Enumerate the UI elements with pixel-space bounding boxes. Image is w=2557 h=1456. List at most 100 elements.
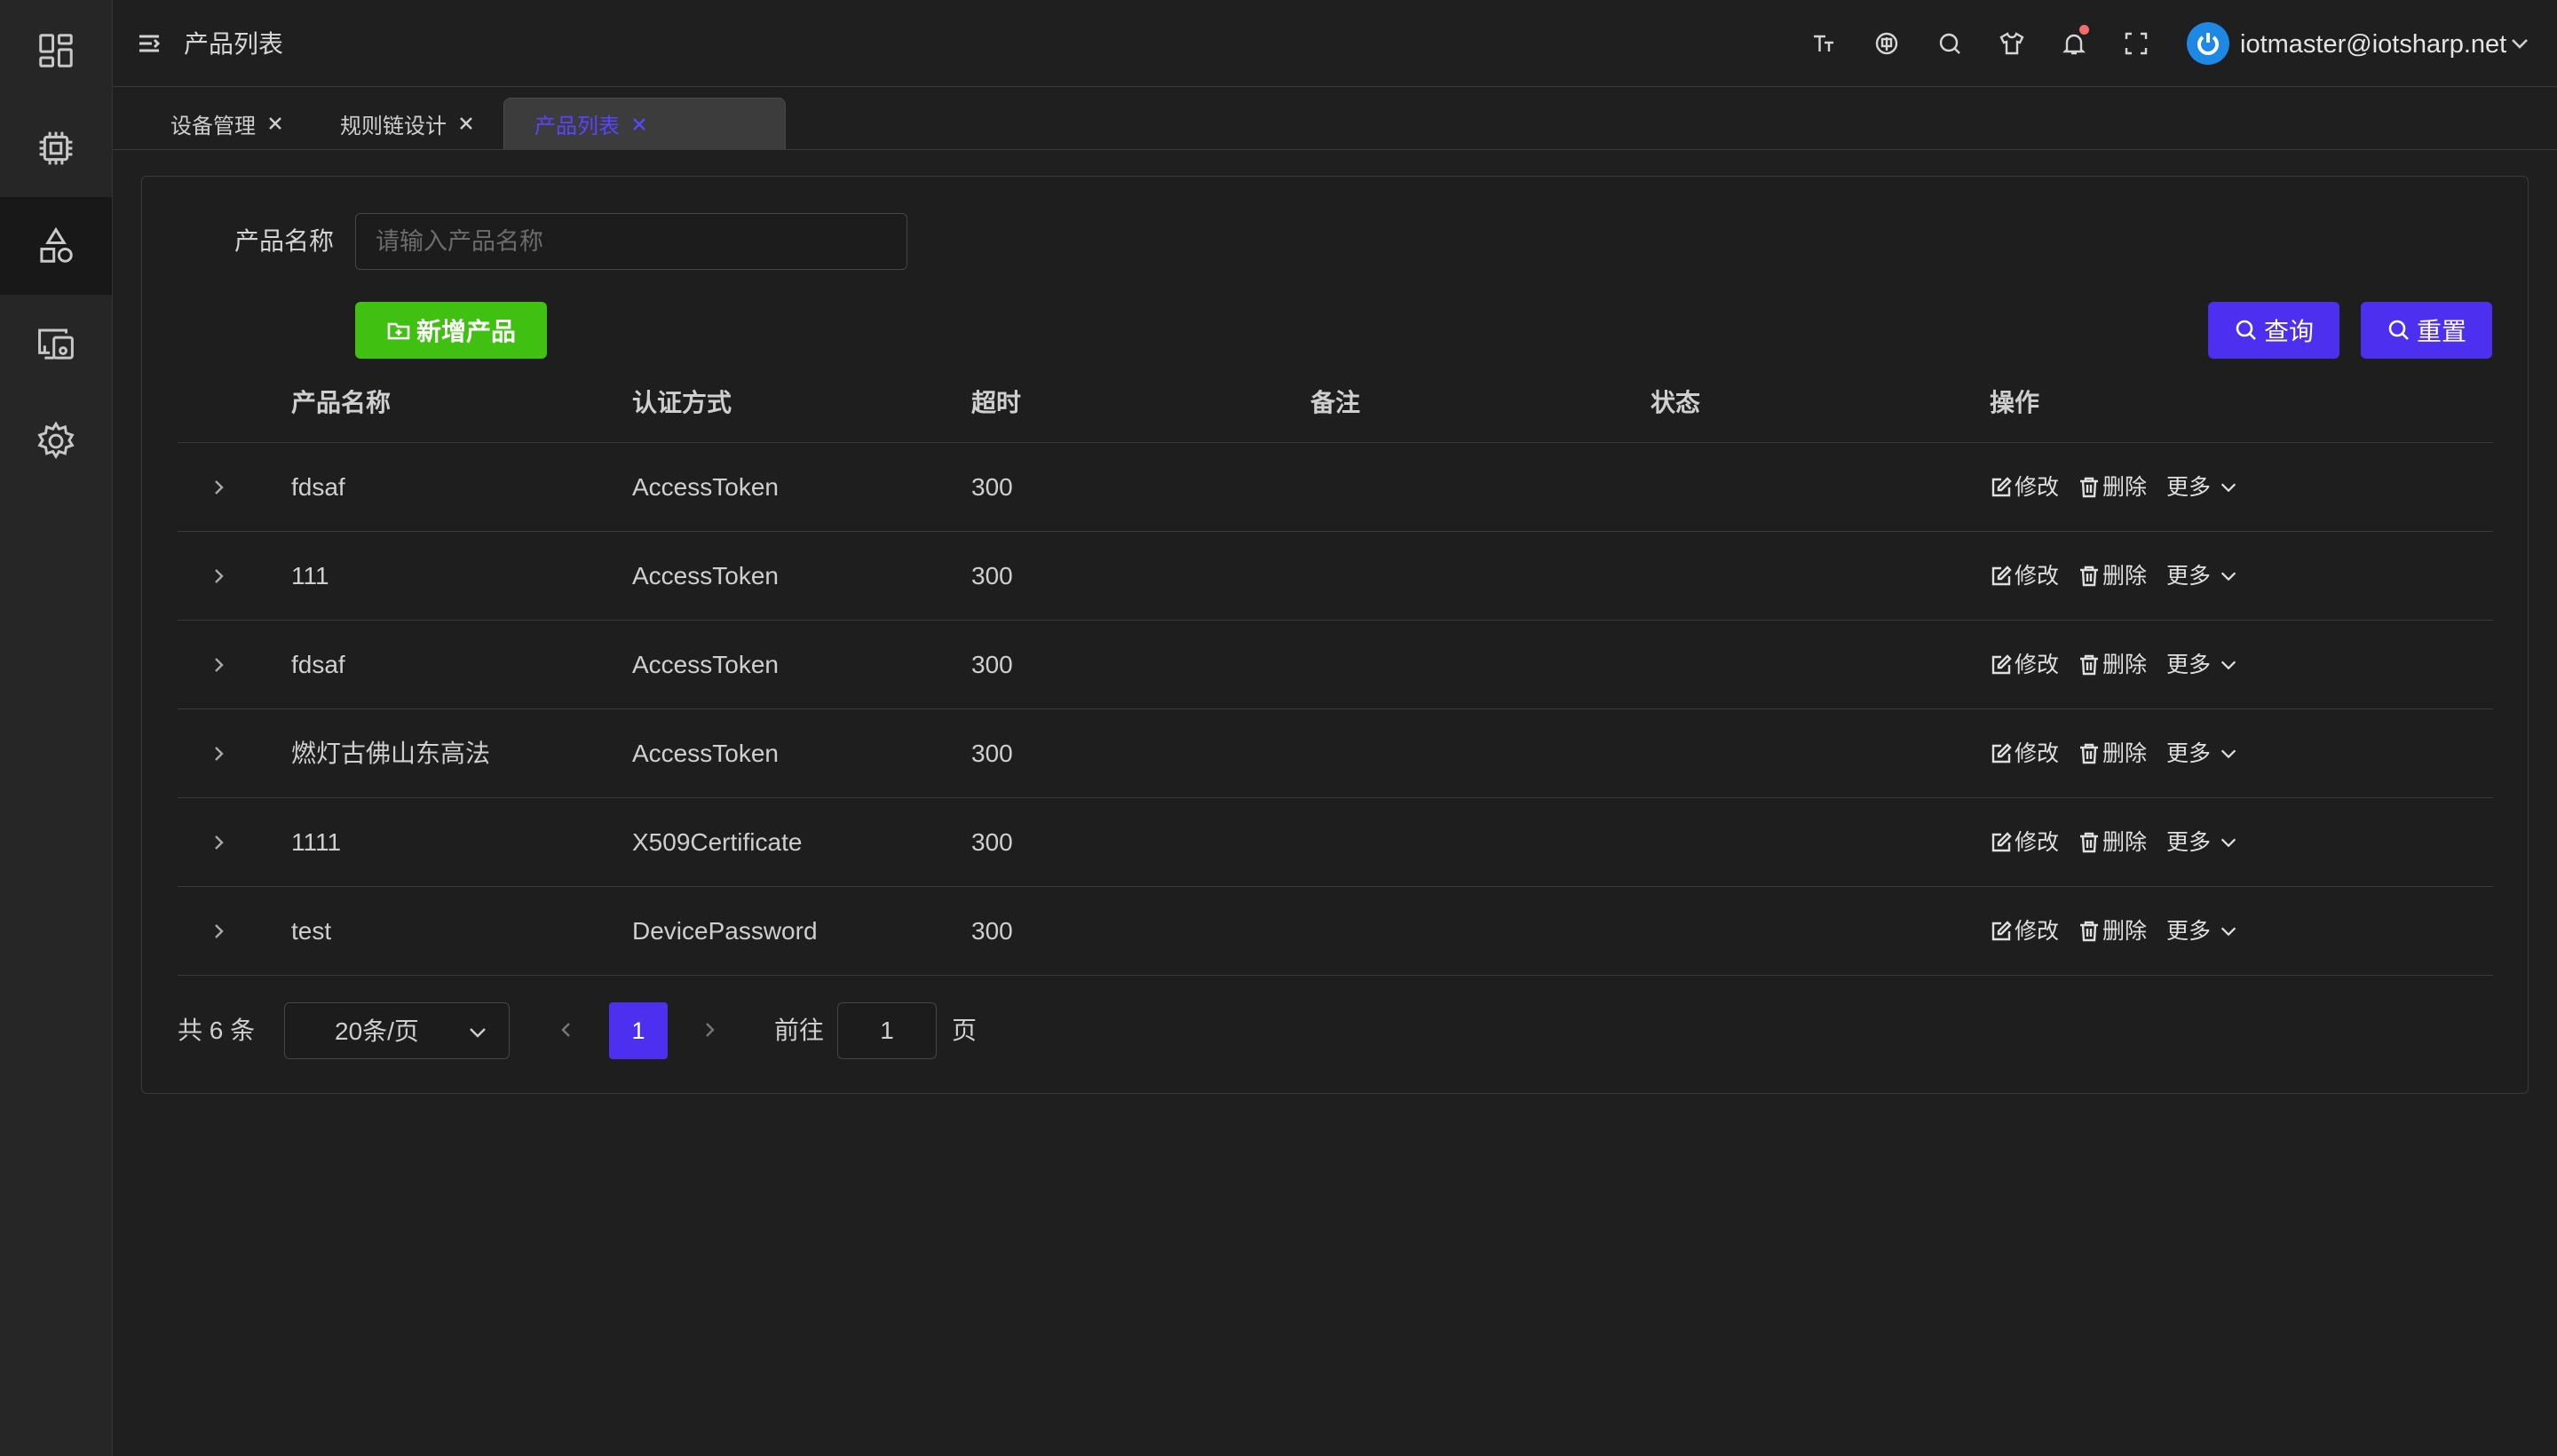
edit-icon [1991,921,2012,941]
tab-bar: 设备管理 规则链设计 产品列表 [113,87,2557,150]
dashboard-icon [39,34,73,67]
column-header-auth: 认证方式 [632,389,732,416]
chevron-down-icon [2221,483,2236,493]
column-header-remark: 备注 [1310,389,1361,416]
bell-icon[interactable] [2057,25,2091,60]
chevron-left-icon [561,1023,570,1037]
goto-label: 前往 [774,1017,825,1044]
cell-auth-type: AccessToken [632,740,779,767]
more-dropdown[interactable]: 更多 [2166,558,2239,594]
tab-device-management[interactable]: 设备管理 [170,98,284,149]
cell-product-name: 燃灯古佛山东高法 [291,740,491,767]
more-dropdown[interactable]: 更多 [2166,470,2239,505]
menu-toggle-icon[interactable] [136,30,162,57]
edit-icon [1991,743,2012,764]
product-table: 产品名称 认证方式 超时 备注 状态 操作 fdsaf AccessToken 30… [178,364,2493,976]
edit-button[interactable]: 修改 [1990,647,2059,683]
shapes-icon [40,226,73,263]
notification-dot [2079,25,2089,35]
trash-icon [2080,743,2098,764]
next-page-button[interactable] [697,1017,722,1042]
delete-button[interactable]: 删除 [2078,736,2147,772]
table-header: 产品名称 认证方式 超时 备注 状态 操作 [178,364,2493,443]
delete-button[interactable]: 删除 [2078,558,2147,594]
power-icon [2197,33,2219,55]
reset-button[interactable]: 重置 [2361,302,2492,359]
edit-icon [1991,477,2012,497]
sidebar-item-product[interactable] [0,197,112,295]
expand-row-icon[interactable] [206,475,231,500]
table-row: 111 AccessToken 300 修改 删除 更多 [178,532,2493,621]
edit-button[interactable]: 修改 [1990,736,2059,772]
close-icon[interactable] [630,115,648,133]
add-product-button[interactable]: 新增产品 [355,302,547,359]
product-name-input[interactable] [355,213,907,270]
column-header-actions: 操作 [1990,389,2040,416]
search-icon[interactable] [1933,27,1967,60]
close-icon[interactable] [457,115,475,132]
sidebar-item-dashboard[interactable] [0,2,112,99]
cell-timeout: 300 [971,651,1013,678]
chevron-down-icon[interactable] [2508,32,2531,55]
user-name[interactable]: iotmaster@iotsharp.net [2240,27,2506,62]
language-icon[interactable] [1870,27,1904,60]
chevron-right-icon [706,1023,715,1037]
sidebar-item-settings[interactable] [0,392,112,490]
expand-row-icon[interactable] [206,919,231,944]
cell-product-name: test [291,917,332,945]
delete-button[interactable]: 删除 [2078,470,2147,505]
theme-shirt-icon[interactable] [1995,27,2029,60]
close-icon[interactable] [266,115,284,132]
chip-icon [39,131,73,165]
goto-page-input[interactable] [837,1002,937,1059]
edit-button[interactable]: 修改 [1990,825,2059,860]
prev-page-button[interactable] [554,1017,579,1042]
tab-label: 产品列表 [534,115,620,138]
more-dropdown[interactable]: 更多 [2166,825,2239,860]
trash-icon [2080,921,2098,942]
page-size-select[interactable]: 20条/页 [284,1002,510,1059]
more-dropdown[interactable]: 更多 [2166,736,2239,772]
search-icon [2388,320,2409,340]
edit-button[interactable]: 修改 [1990,470,2059,505]
font-size-icon[interactable] [1807,27,1841,60]
more-dropdown[interactable]: 更多 [2166,647,2239,683]
expand-row-icon[interactable] [206,564,231,589]
sidebar-item-devices[interactable] [0,295,112,392]
column-header-name: 产品名称 [291,389,392,416]
tab-product-list[interactable]: 产品列表 [503,98,786,149]
tab-rule-chain-design[interactable]: 规则链设计 [340,98,475,149]
edit-button[interactable]: 修改 [1990,558,2059,594]
expand-row-icon[interactable] [206,741,231,766]
delete-button[interactable]: 删除 [2078,914,2147,949]
edit-button[interactable]: 修改 [1990,914,2059,949]
page-number-current[interactable]: 1 [609,1002,668,1059]
cell-timeout: 300 [971,562,1013,590]
expand-row-icon[interactable] [206,830,231,855]
cell-timeout: 300 [971,473,1013,501]
sidebar-item-device[interactable] [0,99,112,197]
table-row: fdsaf AccessToken 300 修改 删除 更多 [178,443,2493,532]
chevron-down-icon [2221,572,2236,582]
search-icon [2236,320,2256,340]
expand-row-icon[interactable] [206,653,231,677]
cell-timeout: 300 [971,828,1013,856]
chevron-down-icon [2221,927,2236,937]
cell-auth-type: AccessToken [632,473,779,501]
table-row: 燃灯古佛山东高法 AccessToken 300 修改 删除 更多 [178,709,2493,798]
query-button[interactable]: 查询 [2208,302,2339,359]
page-title: 产品列表 [184,30,284,58]
chevron-down-icon [2221,838,2236,848]
table-body: fdsaf AccessToken 300 修改 删除 更多 111 AccessToken 3… [178,443,2493,976]
table-row: 1111 X509Certificate 300 修改 删除 更多 [178,798,2493,887]
page-size-value: 20条/页 [335,1017,419,1045]
pagination-total: 共 6 条 [178,1017,256,1044]
avatar[interactable] [2187,22,2229,65]
trash-icon [2080,832,2098,853]
chevron-down-icon [2221,749,2236,759]
trash-icon [2080,477,2098,498]
fullscreen-icon[interactable] [2119,27,2153,60]
delete-button[interactable]: 删除 [2078,825,2147,860]
delete-button[interactable]: 删除 [2078,647,2147,683]
more-dropdown[interactable]: 更多 [2166,914,2239,949]
